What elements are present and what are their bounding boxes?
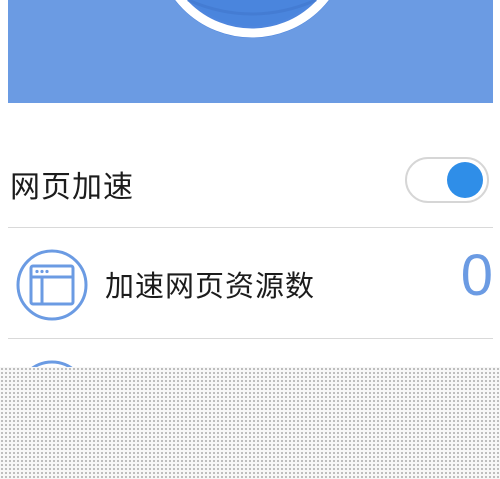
web-speedup-setting: 网页加速 bbox=[8, 148, 493, 216]
stat-row-accelerated-resources: 加速网页资源数 0 bbox=[8, 228, 493, 338]
hero-banner bbox=[8, 0, 493, 103]
noise-overlay bbox=[0, 367, 500, 479]
speed-gauge-icon bbox=[174, 0, 330, 38]
web-speedup-toggle[interactable] bbox=[405, 157, 489, 203]
stat-label: 加速网页资源数 bbox=[105, 269, 316, 303]
web-speedup-label: 网页加速 bbox=[10, 170, 134, 205]
browser-window-icon bbox=[16, 249, 88, 321]
toggle-knob bbox=[447, 162, 483, 198]
stat-value: 0 bbox=[460, 243, 493, 308]
web-speedup-screen: 网页加速 加速网页资源数 0 bbox=[0, 0, 500, 479]
